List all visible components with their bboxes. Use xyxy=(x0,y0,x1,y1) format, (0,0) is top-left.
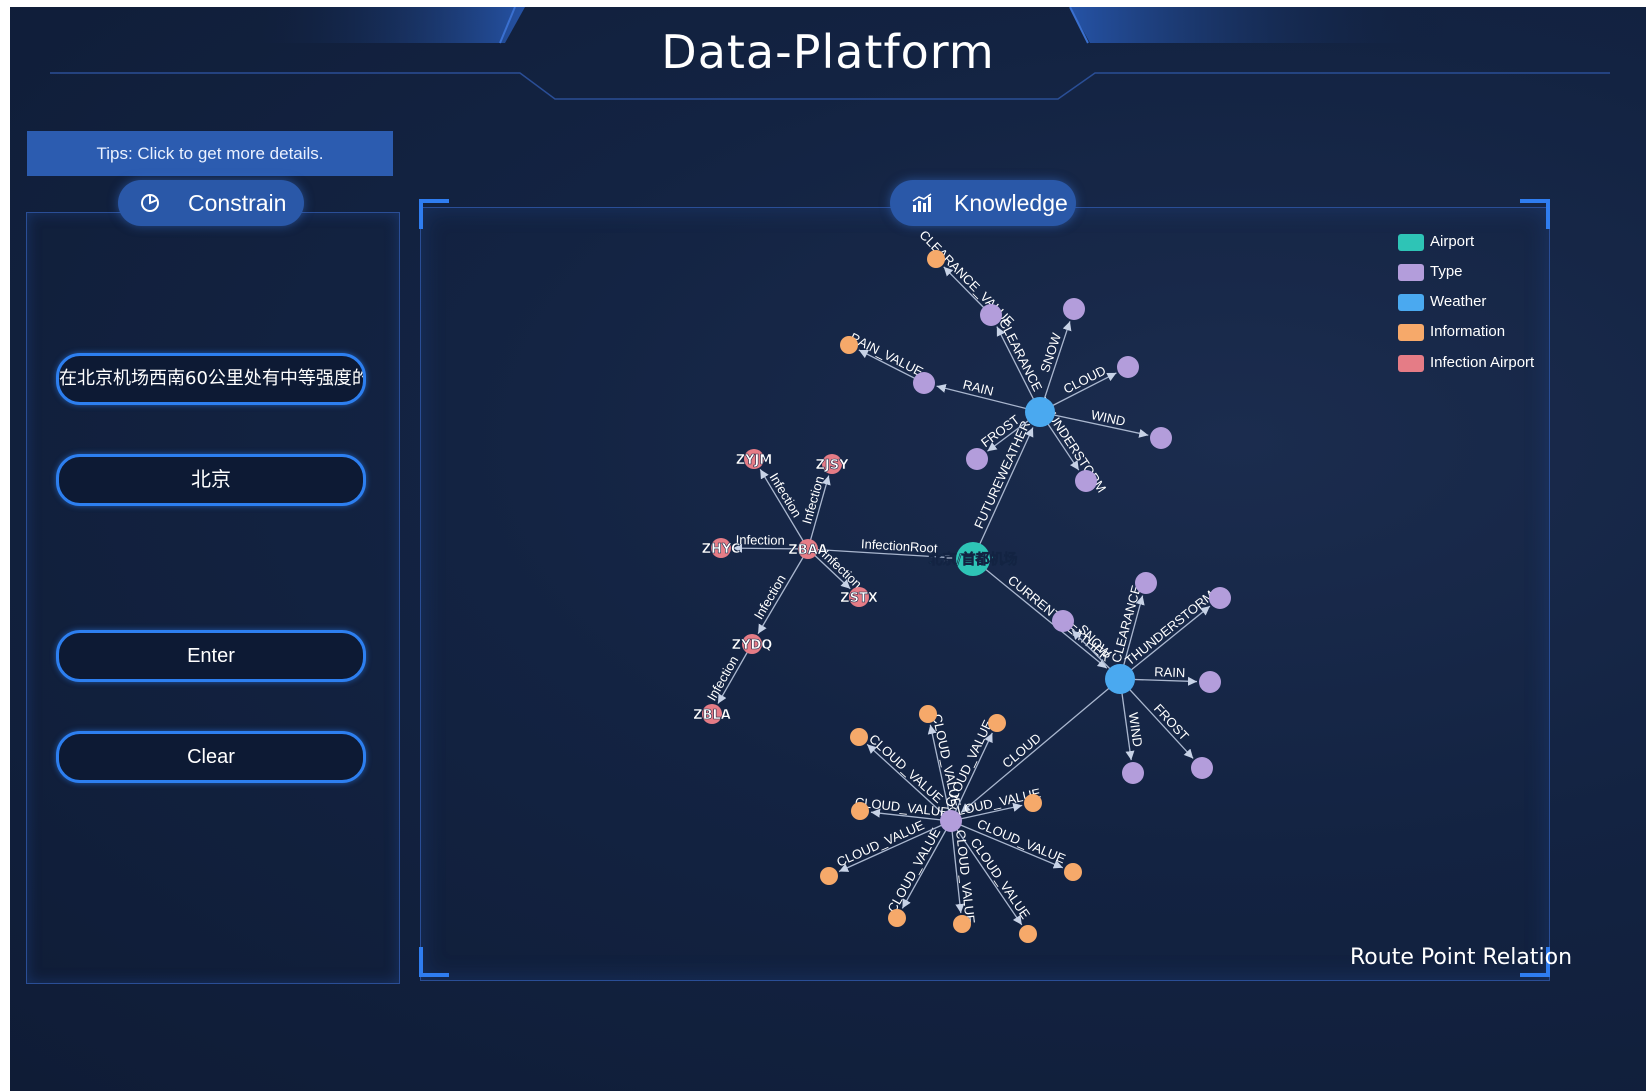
graph-node-information[interactable] xyxy=(927,250,945,268)
graph-node-label: ZJSY xyxy=(815,458,849,473)
pie-chart-icon xyxy=(141,194,159,212)
graph-node-information[interactable] xyxy=(1064,863,1082,881)
legend-label: Infection Airport xyxy=(1430,354,1535,371)
graph-node-label: ZYDQ xyxy=(732,638,773,653)
graph-node-information[interactable] xyxy=(1019,925,1037,943)
graph-node-information[interactable] xyxy=(850,728,868,746)
page-title: Data-Platform xyxy=(661,25,995,79)
graph-edge-label: RAIN xyxy=(1154,664,1186,680)
graph-node-type[interactable] xyxy=(1150,427,1172,449)
graph-node-information[interactable] xyxy=(988,714,1006,732)
graph-node-information[interactable] xyxy=(919,705,937,723)
graph-node-information[interactable] xyxy=(820,867,838,885)
constrain-title: Constrain xyxy=(188,190,287,216)
graph-node-type[interactable] xyxy=(913,372,935,394)
location-input[interactable]: 北京 xyxy=(56,454,366,506)
graph-node-information[interactable] xyxy=(851,802,869,820)
graph-node-information[interactable] xyxy=(888,909,906,927)
graph-node-type[interactable] xyxy=(966,448,988,470)
graph-node-type[interactable] xyxy=(1052,610,1074,632)
graph-node-type[interactable] xyxy=(1209,587,1231,609)
graph-edge-label: FROST xyxy=(1151,701,1192,744)
legend-label: Airport xyxy=(1430,233,1475,250)
legend-swatch xyxy=(1398,294,1424,311)
graph-node-information[interactable] xyxy=(953,915,971,933)
graph-node-label: ZHYC xyxy=(702,542,741,557)
enter-button[interactable]: Enter xyxy=(56,630,366,682)
legend-swatch xyxy=(1398,264,1424,281)
constrain-panel xyxy=(26,212,400,984)
graph-node-type[interactable] xyxy=(1117,356,1139,378)
legend-label: Type xyxy=(1430,263,1463,280)
graph-node-label: ZYJM xyxy=(736,453,773,468)
clear-button[interactable]: Clear xyxy=(56,731,366,783)
tips-banner: Tips: Click to get more details. xyxy=(27,131,393,176)
graph-node-label: ZSTX xyxy=(840,591,878,606)
graph-edge[interactable] xyxy=(972,427,1034,560)
graph-edge-label: CLOUD xyxy=(999,730,1044,771)
graph-node-type[interactable] xyxy=(1199,671,1221,693)
graph-node-type[interactable] xyxy=(1063,298,1085,320)
graph-node-weather[interactable] xyxy=(1025,397,1055,427)
graph-edge-label: RAIN_VALUE xyxy=(848,330,926,380)
graph-node-type[interactable] xyxy=(980,304,1002,326)
legend-swatch xyxy=(1398,234,1424,251)
constrain-panel-header: Constrain xyxy=(118,180,304,226)
graph-node-type[interactable] xyxy=(940,810,962,832)
graph-node-type[interactable] xyxy=(1122,762,1144,784)
graph-node-type[interactable] xyxy=(1075,470,1097,492)
graph-node-information[interactable] xyxy=(1024,794,1042,812)
graph-edge-label: Infection xyxy=(736,532,785,548)
legend-swatch xyxy=(1398,324,1424,341)
legend-label: Information xyxy=(1430,323,1506,340)
graph-node-type[interactable] xyxy=(1191,757,1213,779)
graph-edge-label: CLOUD xyxy=(1061,363,1108,397)
graph-edge-label: WIND xyxy=(1090,407,1127,429)
graph-node-type[interactable] xyxy=(1135,572,1157,594)
route-point-relation-label: Route Point Relation xyxy=(1350,945,1573,970)
query-input[interactable]: 在北京机场西南60公里处有中等强度的 xyxy=(56,353,366,405)
legend-label: Weather xyxy=(1430,293,1487,310)
graph-edge-label: CLEARANCE xyxy=(996,316,1045,394)
graph-edge-label: Infection xyxy=(799,474,827,525)
legend-swatch xyxy=(1398,355,1424,372)
graph-node-label: ZBLA xyxy=(693,708,731,723)
graph-node-label: ZBAA xyxy=(788,543,827,558)
graph-edge-label: CLEARANCE_VALUE xyxy=(916,227,1017,329)
graph-node-label: 北京/首都机场 xyxy=(928,551,1017,568)
graph-edge-label: RAIN xyxy=(961,377,995,399)
graph-node-information[interactable] xyxy=(840,336,858,354)
dashboard-screen: Data-Platform Tips: Click to get more de… xyxy=(10,7,1646,1091)
graph-edge[interactable] xyxy=(972,558,1108,669)
knowledge-graph[interactable]: InfectionRootInfectionInfectionInfection… xyxy=(430,207,1540,975)
graph-node-weather[interactable] xyxy=(1105,664,1135,694)
